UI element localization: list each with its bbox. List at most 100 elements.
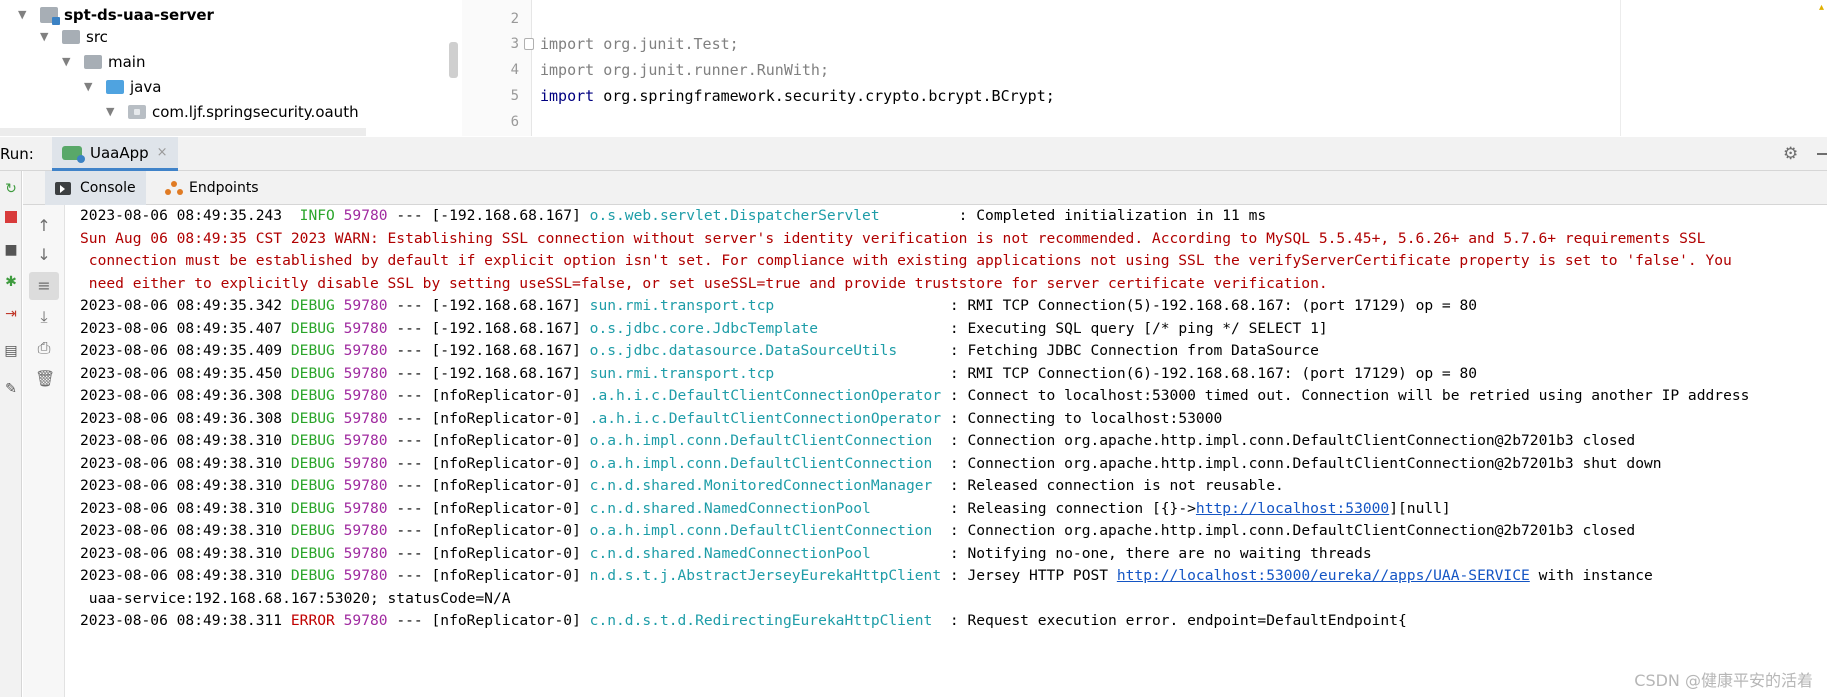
log-timestamp: 2023-08-06 08:49:38.310 — [80, 432, 283, 449]
tree-item-module[interactable]: ▼ spt-ds-uaa-server — [18, 3, 214, 27]
log-message: uaa-service:192.168.68.167:53020; status… — [80, 589, 511, 607]
log-level: DEBUG — [290, 342, 335, 359]
log-timestamp: 2023-08-06 08:49:36.308 — [80, 409, 283, 427]
log-timestamp: 2023-08-06 08:49:35.407 — [80, 319, 283, 337]
run-label: Run: — [0, 145, 34, 163]
console-output[interactable]: 2023-08-06 08:49:35.243 INFO 59780 --- [… — [66, 205, 1827, 697]
log-pid: 59780 — [343, 544, 388, 562]
code-line: import org.junit.runner.RunWith; — [540, 61, 829, 79]
log-line: 2023-08-06 08:49:38.310 DEBUG 59780 --- … — [80, 430, 1635, 452]
log-thread: --- [-192.168.68.167] — [387, 364, 590, 382]
tree-horizontal-scrollbar[interactable] — [0, 128, 366, 136]
pin-icon[interactable]: ✎ — [3, 381, 19, 397]
trash-icon[interactable]: 🗑 — [35, 370, 55, 388]
log-thread: --- [nfoReplicator-0] — [387, 612, 590, 629]
tab-endpoints[interactable]: Endpoints — [155, 171, 269, 205]
top-split-pane: ▼ spt-ds-uaa-server ▼ src ▼ main ▼ java … — [0, 0, 1827, 136]
log-link[interactable]: http://localhost:53000/eureka//apps/UAA-… — [1117, 567, 1530, 584]
code-editor[interactable]: 2 3 4 5 6 import org.junit.Test; import … — [462, 0, 1827, 136]
log-pid: 59780 — [343, 567, 388, 584]
log-level: INFO — [290, 207, 335, 224]
log-message: : RMI TCP Connection(6)-192.168.68.167: … — [941, 364, 1478, 382]
tree-item-package[interactable]: ▼ com.ljf.springsecurity.oauth — [106, 100, 359, 124]
log-pid: 59780 — [343, 499, 388, 517]
log-link[interactable]: http://localhost:53000 — [1196, 500, 1389, 517]
log-message: : Completed initialization in 11 ms — [949, 207, 1267, 224]
console-icon — [55, 181, 71, 195]
log-warning-text: Sun Aug 06 08:49:35 CST 2023 WARN: Estab… — [80, 229, 1706, 247]
tree-item-java[interactable]: ▼ java — [84, 75, 161, 99]
log-thread: --- [-192.168.68.167] — [387, 342, 590, 359]
stop-icon[interactable] — [3, 211, 19, 227]
tree-item-main[interactable]: ▼ main — [62, 50, 145, 74]
log-timestamp: 2023-08-06 08:49:35.450 — [80, 364, 283, 382]
code-import-path: org.junit.Test; — [603, 35, 739, 53]
log-thread: --- [nfoReplicator-0] — [387, 499, 590, 517]
log-message: : Jersey HTTP POST — [941, 567, 1117, 584]
log-message: : Executing SQL query [/* ping */ SELECT… — [941, 319, 1328, 337]
tab-console[interactable]: Console — [45, 171, 146, 205]
debug-icon[interactable]: ✱ — [3, 274, 19, 290]
log-line: 2023-08-06 08:49:36.308 DEBUG 59780 --- … — [80, 408, 1222, 430]
log-line: uaa-service:192.168.68.167:53020; status… — [80, 588, 511, 610]
chevron-down-icon[interactable]: ▼ — [106, 106, 118, 118]
chevron-down-icon[interactable]: ▼ — [18, 9, 30, 21]
tree-scrollbar-thumb[interactable] — [449, 42, 458, 78]
log-line: 2023-08-06 08:49:38.310 DEBUG 59780 --- … — [80, 453, 1662, 475]
print-icon[interactable]: ⎙ — [35, 339, 53, 357]
code-line: import org.springframework.security.cryp… — [540, 87, 1055, 105]
exit-icon[interactable]: ⇥ — [3, 306, 19, 322]
line-number: 5 — [510, 88, 519, 104]
project-tree: ▼ spt-ds-uaa-server ▼ src ▼ main ▼ java … — [0, 0, 462, 136]
log-line: need either to explicitly disable SSL by… — [80, 273, 1328, 295]
tab-label: Console — [80, 180, 136, 196]
code-import-path: org.junit.runner.RunWith; — [603, 61, 829, 79]
log-pid: 59780 — [343, 342, 388, 359]
tree-item-src[interactable]: ▼ src — [40, 25, 108, 49]
camera-icon[interactable]: ■ — [3, 242, 19, 258]
gear-icon[interactable]: ⚙ — [1783, 145, 1801, 163]
tab-label: Endpoints — [189, 180, 259, 196]
log-level: DEBUG — [290, 364, 335, 382]
log-thread: --- [nfoReplicator-0] — [387, 477, 590, 494]
console-sub-tabs: Console Endpoints — [23, 171, 1827, 205]
close-icon[interactable]: × — [157, 145, 168, 160]
log-thread: --- [-192.168.68.167] — [387, 207, 590, 224]
log-message: : Connection org.apache.http.impl.conn.D… — [941, 432, 1636, 449]
log-timestamp: 2023-08-06 08:49:38.310 — [80, 477, 283, 494]
arrow-down-icon[interactable]: ↓ — [35, 246, 53, 264]
arrow-up-icon[interactable]: ↑ — [35, 217, 53, 235]
code-keyword: import — [540, 87, 595, 105]
log-thread: --- [nfoReplicator-0] — [387, 387, 590, 404]
tree-item-label: java — [130, 78, 162, 96]
log-warning-text: connection must be established by defaul… — [80, 252, 1732, 269]
log-message: : Request execution error. endpoint=Defa… — [941, 612, 1407, 629]
log-line: 2023-08-06 08:49:38.310 DEBUG 59780 --- … — [80, 565, 1653, 587]
chevron-down-icon[interactable]: ▼ — [84, 81, 96, 93]
log-message: : Released connection is not reusable. — [941, 477, 1284, 494]
log-pid: 59780 — [343, 454, 388, 472]
rerun-icon[interactable]: ↻ — [3, 181, 19, 197]
log-pid: 59780 — [343, 522, 388, 539]
chevron-down-icon[interactable]: ▼ — [62, 56, 74, 68]
log-thread: --- [-192.168.68.167] — [387, 319, 590, 337]
log-pid: 59780 — [343, 432, 388, 449]
layout-icon[interactable]: ▤ — [3, 343, 19, 359]
fold-marker-icon[interactable] — [524, 38, 534, 50]
log-thread: --- [nfoReplicator-0] — [387, 454, 590, 472]
log-message: : Releasing connection [{}-> — [941, 499, 1196, 517]
log-message: : Notifying no-one, there are no waiting… — [941, 544, 1372, 562]
chevron-down-icon[interactable]: ▼ — [40, 31, 52, 43]
run-tab-uaaapp[interactable]: UaaApp × — [52, 137, 178, 171]
scroll-to-end-icon[interactable]: ⤓ — [35, 308, 53, 326]
soft-wrap-icon[interactable]: ≡ — [35, 277, 53, 295]
console-toolbar: ↑ ↓ ≡ ⤓ ⎙ 🗑 — [23, 205, 65, 697]
code-line: import org.junit.Test; — [540, 35, 739, 53]
warning-marker-icon[interactable]: ▴ — [1819, 2, 1825, 13]
log-timestamp: 2023-08-06 08:49:38.310 — [80, 522, 283, 539]
log-thread: --- [nfoReplicator-0] — [387, 544, 590, 562]
log-message: : Connection org.apache.http.impl.conn.D… — [941, 522, 1636, 539]
log-level: DEBUG — [290, 409, 335, 427]
code-import-path: org.springframework.security.crypto.bcry… — [603, 87, 1055, 105]
minimize-icon[interactable] — [1817, 153, 1827, 155]
